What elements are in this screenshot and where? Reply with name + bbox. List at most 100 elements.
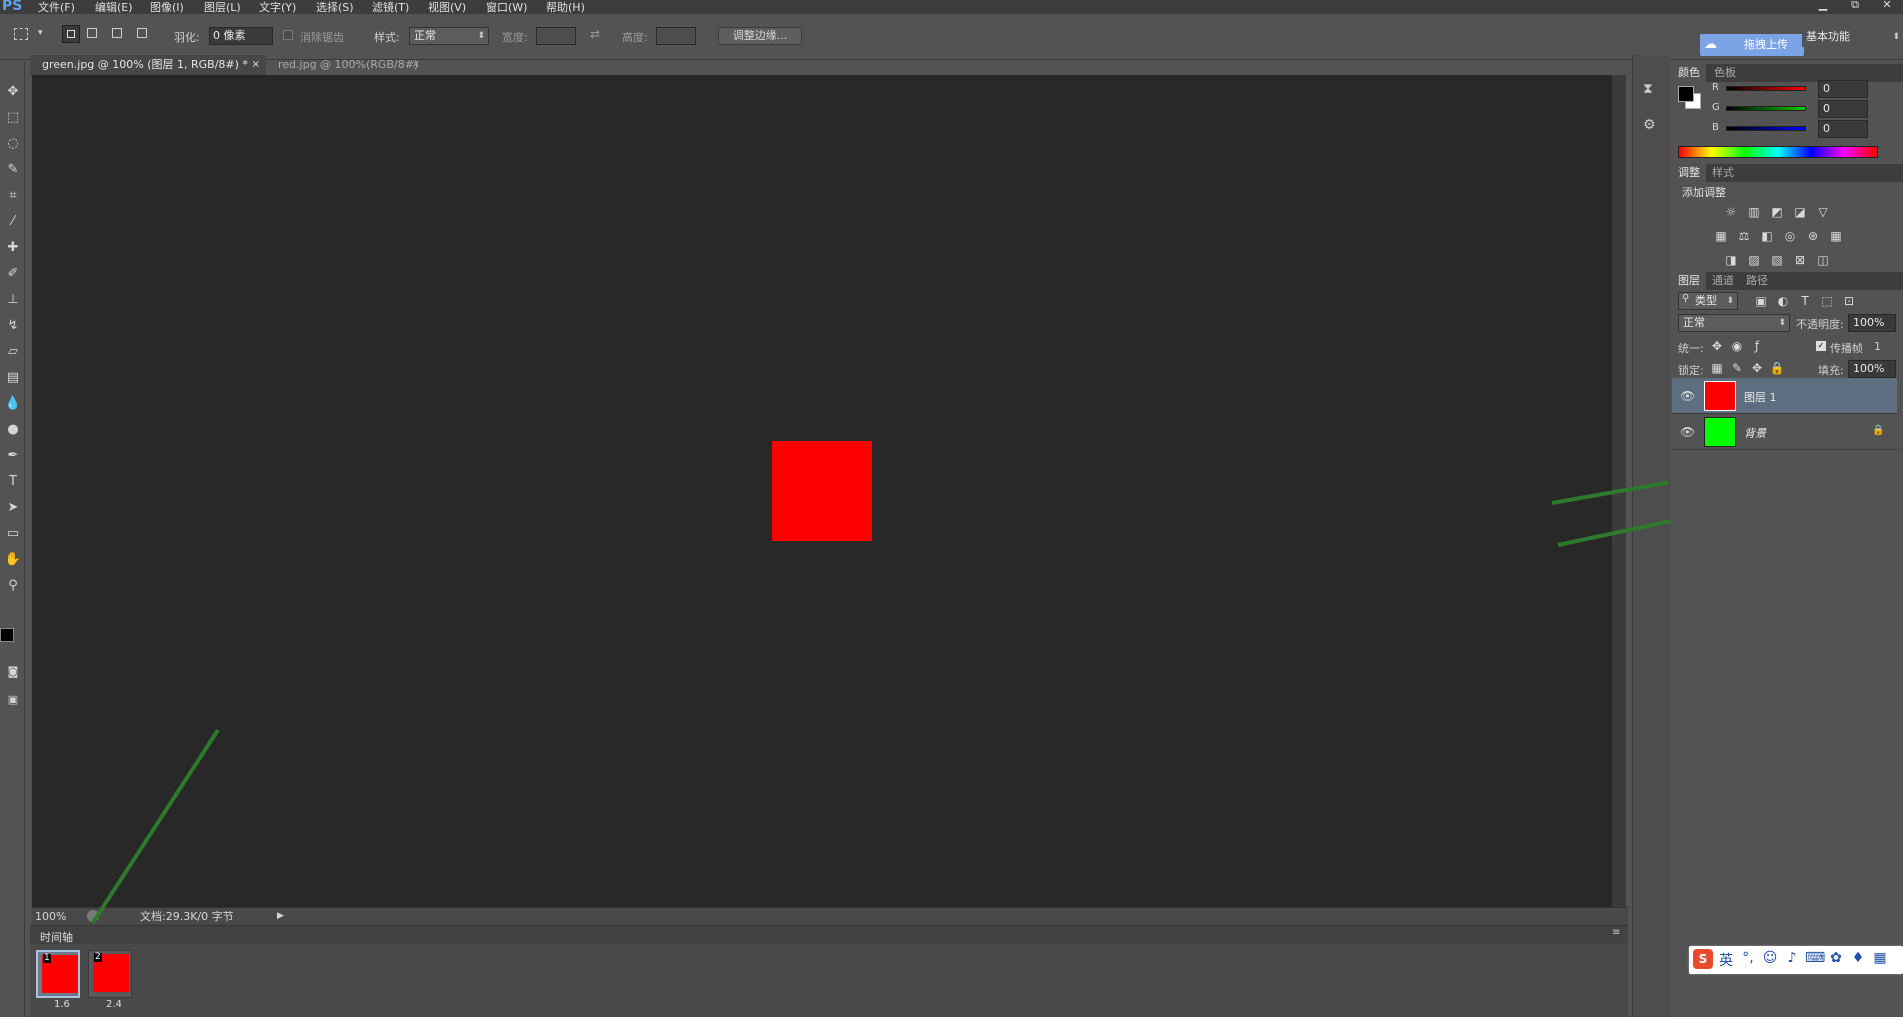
width-input[interactable]	[536, 27, 576, 45]
menu-file[interactable]: 文件(F)	[38, 0, 75, 15]
menu-view[interactable]: 视图(V)	[428, 0, 466, 15]
marquee-tool-icon[interactable]: ⬚	[3, 108, 23, 128]
menu-layer[interactable]: 图层(L)	[204, 0, 241, 15]
layer-name[interactable]: 背景	[1744, 425, 1766, 441]
tab-adjustments[interactable]: 调整	[1672, 164, 1706, 182]
tab-layers[interactable]: 图层	[1672, 272, 1706, 290]
filter-adjust-icon[interactable]: ◐	[1774, 293, 1792, 309]
eye-icon[interactable]: 👁	[1680, 389, 1695, 403]
baidu-upload-widget[interactable]: ☁ 拖拽上传	[1700, 34, 1804, 56]
tab-red[interactable]: red.jpg @ 100%(RGB/8#) ×	[266, 55, 426, 75]
history-brush-icon[interactable]: ↯	[3, 316, 23, 336]
exposure-icon[interactable]: ◪	[1791, 204, 1809, 220]
propagate-checkbox[interactable]: ✓	[1816, 341, 1826, 351]
curves-icon[interactable]: ◩	[1768, 204, 1786, 220]
eraser-tool-icon[interactable]: ▱	[3, 342, 23, 362]
threshold-icon[interactable]: ▧	[1768, 252, 1786, 268]
antialias-checkbox[interactable]	[283, 30, 293, 40]
pen-tool-icon[interactable]: ✒	[3, 446, 23, 466]
gradient-tool-icon[interactable]: ▤	[3, 368, 23, 388]
gradient-map-icon[interactable]: ◫	[1814, 252, 1832, 268]
tab-channels[interactable]: 通道	[1706, 272, 1740, 290]
skin-icon[interactable]: ♦	[1849, 950, 1867, 966]
eye-icon[interactable]: 👁	[1680, 425, 1695, 439]
panel-menu-icon[interactable]: ≡	[1612, 927, 1620, 938]
timeline-title[interactable]: 时间轴	[40, 929, 73, 945]
lock-image-icon[interactable]: ✎	[1728, 360, 1746, 376]
subtract-selection-icon[interactable]	[112, 28, 122, 38]
channel-g-value[interactable]: 0	[1818, 100, 1868, 118]
frame-2[interactable]: 2	[88, 950, 132, 998]
frame-1[interactable]: 1	[36, 950, 80, 998]
bw-icon[interactable]: ◧	[1758, 228, 1776, 244]
status-arrow-icon[interactable]: ▶	[277, 908, 284, 925]
menu-grid-icon[interactable]: ▦	[1871, 950, 1889, 966]
dodge-tool-icon[interactable]: ●	[3, 420, 23, 440]
tab-styles[interactable]: 样式	[1706, 164, 1740, 182]
workspace-select[interactable]: 基本功能	[1802, 29, 1903, 47]
vibrance-icon[interactable]: ▽	[1814, 204, 1832, 220]
channel-b-value[interactable]: 0	[1818, 120, 1868, 138]
intersect-selection-icon[interactable]	[137, 28, 147, 38]
history-panel-icon[interactable]: ⧗	[1643, 81, 1653, 97]
filter-shape-icon[interactable]: ⬚	[1818, 293, 1836, 309]
channel-r-slider[interactable]	[1726, 86, 1806, 91]
lock-position-icon[interactable]: ✥	[1748, 360, 1766, 376]
channel-b-slider[interactable]	[1726, 126, 1806, 131]
lock-transparent-icon[interactable]: ▦	[1708, 360, 1726, 376]
color-spectrum[interactable]	[1678, 146, 1878, 158]
layer-name[interactable]: 图层 1	[1744, 389, 1777, 405]
move-tool-icon[interactable]: ✥	[3, 82, 23, 102]
feather-input[interactable]: 0 像素	[209, 27, 273, 45]
filter-pixel-icon[interactable]: ▣	[1752, 293, 1770, 309]
keyboard-icon[interactable]: ⌨	[1805, 950, 1825, 966]
brush-tool-icon[interactable]: ✐	[3, 264, 23, 284]
filter-smart-icon[interactable]: ⊡	[1840, 293, 1858, 309]
style-select[interactable]: 正常	[409, 27, 489, 45]
levels-icon[interactable]: ▥	[1745, 204, 1763, 220]
channel-mixer-icon[interactable]: ⊛	[1804, 228, 1822, 244]
fill-input[interactable]: 100%	[1848, 360, 1896, 378]
channel-r-value[interactable]: 0	[1818, 80, 1868, 98]
menu-help[interactable]: 帮助(H)	[546, 0, 585, 15]
layer-row-1[interactable]: 👁 图层 1	[1672, 378, 1897, 414]
posterize-icon[interactable]: ▨	[1745, 252, 1763, 268]
filter-type-icon[interactable]: T	[1796, 293, 1814, 309]
color-balance-icon[interactable]: ⚖	[1735, 228, 1753, 244]
ime-punct[interactable]: °,	[1739, 950, 1757, 966]
shape-tool-icon[interactable]: ▭	[3, 524, 23, 544]
emoji-icon[interactable]: ☺	[1761, 950, 1779, 966]
eyedropper-icon[interactable]: ⁄	[3, 212, 23, 232]
foreground-color-swatch[interactable]	[0, 628, 14, 642]
chevron-down-icon[interactable]: ▾	[38, 28, 43, 38]
opacity-input[interactable]: 100%	[1848, 314, 1896, 332]
frame-1-delay[interactable]: 1.6	[54, 999, 70, 1010]
invert-icon[interactable]: ◨	[1722, 252, 1740, 268]
zoom-tool-icon[interactable]: ⚲	[3, 576, 23, 596]
blend-mode-select[interactable]: 正常	[1678, 314, 1790, 332]
layer-1-content[interactable]	[772, 441, 872, 541]
mic-icon[interactable]: ♪	[1783, 950, 1801, 966]
menu-filter[interactable]: 滤镜(T)	[372, 0, 409, 15]
menu-image[interactable]: 图像(I)	[150, 0, 184, 15]
crop-tool-icon[interactable]: ⌗	[3, 186, 23, 206]
lasso-tool-icon[interactable]: ◌	[3, 134, 23, 154]
frame-2-delay[interactable]: 2.4	[106, 999, 122, 1010]
unify-style-icon[interactable]: ƒ	[1748, 338, 1766, 354]
tab-paths[interactable]: 路径	[1740, 272, 1774, 290]
menu-edit[interactable]: 编辑(E)	[95, 0, 133, 15]
tab-color[interactable]: 颜色	[1672, 64, 1706, 82]
photo-filter-icon[interactable]: ◎	[1781, 228, 1799, 244]
fg-color-swatch[interactable]	[1678, 86, 1694, 102]
menu-select[interactable]: 选择(S)	[316, 0, 354, 15]
path-select-icon[interactable]: ➤	[3, 498, 23, 518]
restore-button[interactable]: ⧉	[1844, 0, 1866, 10]
ime-toolbar[interactable]: S 英 °, ☺ ♪ ⌨ ✿ ♦ ▦	[1689, 946, 1903, 974]
lock-all-icon[interactable]: 🔒	[1768, 360, 1786, 376]
blur-tool-icon[interactable]: 💧	[3, 394, 23, 414]
close-button[interactable]: ✕	[1876, 0, 1898, 10]
height-input[interactable]	[656, 27, 696, 45]
color-lookup-icon[interactable]: ▦	[1827, 228, 1845, 244]
hue-icon[interactable]: ▦	[1712, 228, 1730, 244]
zoom-level[interactable]: 100%	[35, 908, 66, 925]
